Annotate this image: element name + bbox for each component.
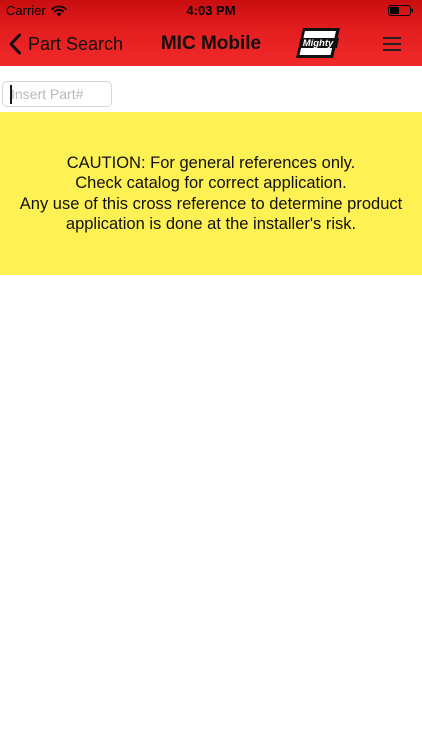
header: Carrier 4:03 PM Part Search MIC Mobile M… bbox=[0, 0, 422, 66]
text-cursor bbox=[10, 85, 12, 104]
chevron-left-icon bbox=[9, 33, 21, 55]
back-button-label: Part Search bbox=[28, 33, 124, 54]
caution-line-1: CAUTION: For general references only. bbox=[66, 153, 356, 172]
screen: Carrier 4:03 PM Part Search MIC Mobile M… bbox=[0, 0, 422, 750]
status-time: 4:03 PM bbox=[186, 3, 236, 18]
search-area bbox=[0, 66, 422, 112]
nav-bar: Part Search MIC Mobile Mighty bbox=[0, 22, 422, 66]
svg-text:Mighty: Mighty bbox=[303, 38, 334, 49]
mighty-logo: Mighty bbox=[296, 28, 340, 58]
battery-icon bbox=[388, 5, 413, 16]
page-title: MIC Mobile bbox=[160, 33, 262, 54]
back-button[interactable]: Part Search bbox=[8, 30, 123, 58]
caution-line-3: Any use of this cross reference to deter… bbox=[19, 194, 403, 213]
menu-button[interactable] bbox=[380, 34, 404, 54]
caution-line-4: application is done at the installer's r… bbox=[65, 215, 357, 233]
caution-banner: CAUTION: For general references only. Ch… bbox=[0, 112, 422, 275]
caution-line-2: Check catalog for correct application. bbox=[75, 174, 347, 192]
status-bar: Carrier 4:03 PM bbox=[0, 0, 422, 22]
part-number-input[interactable] bbox=[2, 81, 112, 107]
